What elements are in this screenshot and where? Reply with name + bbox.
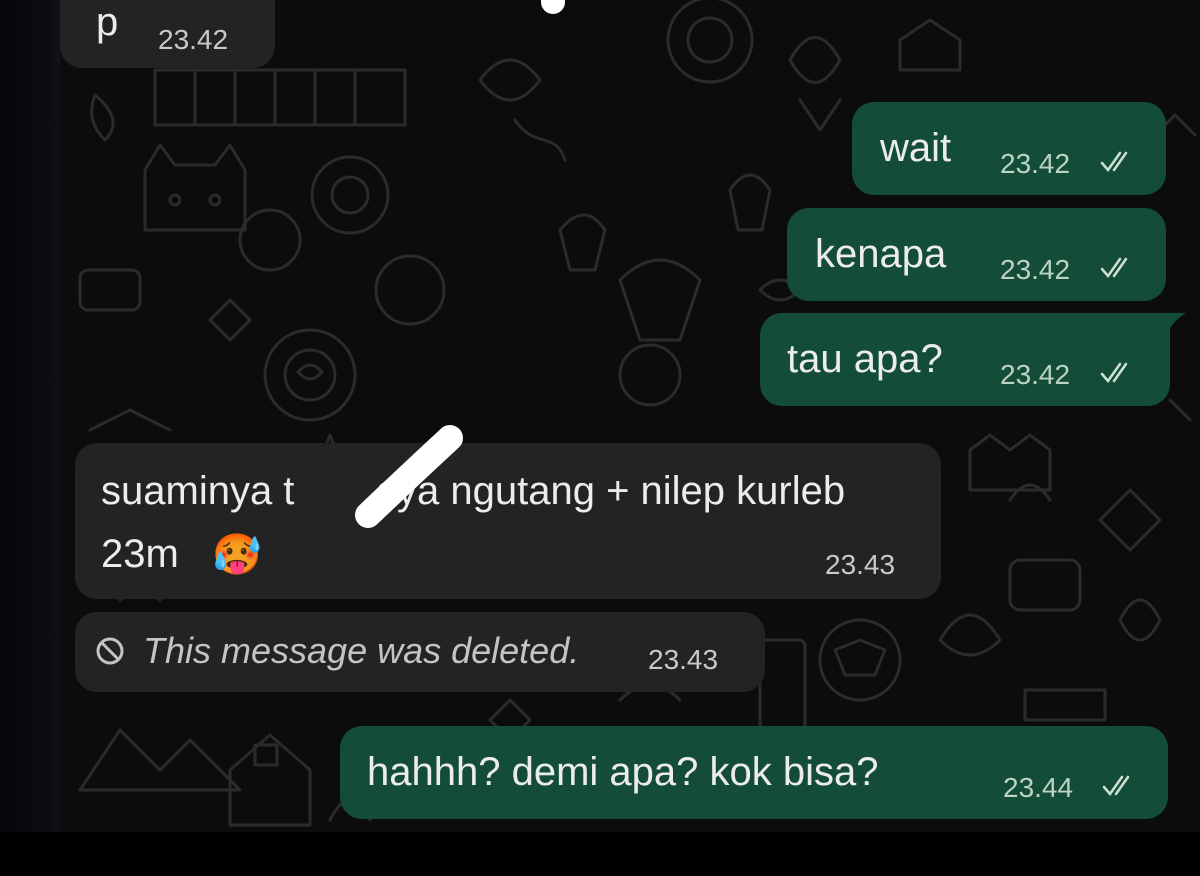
message-text: kenapa xyxy=(815,232,947,276)
hot-face-emoji: 🥵 xyxy=(212,533,262,577)
message-bubble-outgoing[interactable]: hahhh? demi apa? kok bisa? 23.44 xyxy=(340,726,1168,819)
message-time: 23.42 xyxy=(1000,254,1071,285)
message-text-line1: suaminya t xyxy=(101,469,295,513)
message-text-line2: 23m xyxy=(101,532,179,576)
message-text: hahhh? demi apa? kok bisa? xyxy=(367,750,879,794)
bottom-black-bar xyxy=(0,832,1200,876)
deleted-message-text: This message was deleted. xyxy=(143,630,580,671)
double-check-icon xyxy=(1100,362,1128,384)
double-check-icon xyxy=(1100,257,1128,279)
message-text-line1-continued: sya ngutang + nilep kurleb xyxy=(377,469,846,513)
message-time: 23.43 xyxy=(825,549,896,580)
left-edge-shadow xyxy=(0,0,60,832)
message-time: 23.42 xyxy=(158,24,229,55)
chat-area[interactable]: p 23.42 wait 23.42 kenapa 23.42 tau apa?… xyxy=(60,0,1200,832)
message-bubble-incoming[interactable]: p 23.42 xyxy=(60,0,275,68)
prohibited-icon xyxy=(96,637,124,665)
message-bubble-incoming[interactable]: suaminya t sya ngutang + nilep kurleb 23… xyxy=(75,443,941,599)
message-text: wait xyxy=(880,126,952,170)
message-time: 23.44 xyxy=(1003,772,1074,803)
bubble-tail xyxy=(1168,313,1186,333)
message-time: 23.42 xyxy=(1000,359,1071,390)
double-check-icon xyxy=(1100,151,1128,173)
double-check-icon xyxy=(1102,775,1130,797)
message-bubble-outgoing[interactable]: tau apa? 23.42 xyxy=(760,313,1170,406)
message-text: p xyxy=(96,0,119,44)
message-bubble-outgoing[interactable]: kenapa 23.42 xyxy=(787,208,1166,301)
chat-screen: p 23.42 wait 23.42 kenapa 23.42 tau apa?… xyxy=(0,0,1200,876)
message-time: 23.42 xyxy=(1000,148,1071,179)
message-time: 23.43 xyxy=(648,644,719,675)
message-bubble-outgoing[interactable]: wait 23.42 xyxy=(852,102,1166,195)
deleted-message-bubble[interactable]: This message was deleted. 23.43 xyxy=(75,612,765,692)
message-text: tau apa? xyxy=(787,337,943,381)
